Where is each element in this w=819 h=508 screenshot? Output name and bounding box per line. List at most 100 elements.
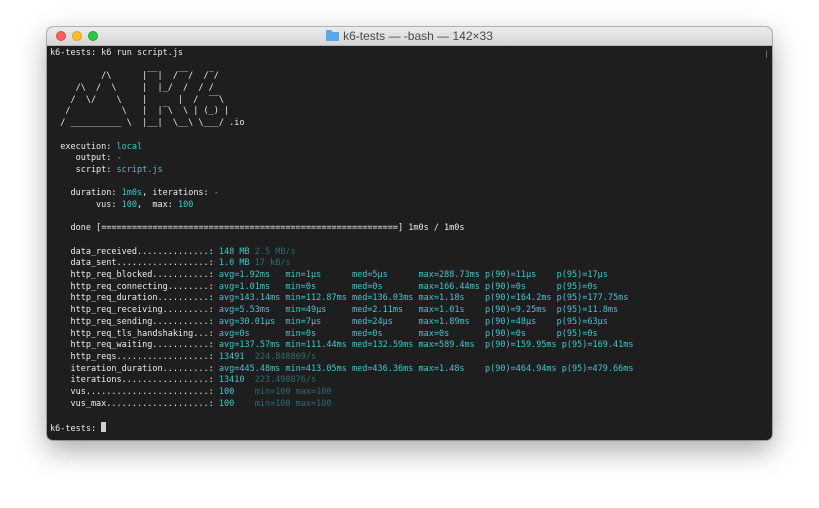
metric-name: http_req_tls_handshaking <box>50 328 194 339</box>
logo-line: /\ |‾‾| /‾‾/ /‾/ <box>50 71 219 82</box>
metric-row: http_req_receiving.........: avg=5.53ms … <box>50 305 766 317</box>
script-line: script: script.js <box>50 164 163 175</box>
metric-min: min=413.05ms <box>280 363 347 374</box>
metric-row: iteration_duration.........: avg=445.48m… <box>50 364 766 376</box>
metric-value: 1.0 MB <box>218 258 250 269</box>
logo-line: / \/ \ | | / ‾‾\ <box>50 94 224 105</box>
metric-max: max=166.44ms <box>413 281 480 292</box>
metric-dots: .........: <box>162 363 219 374</box>
metric-dots: .................: <box>121 375 219 386</box>
metric-name: vus <box>50 386 86 397</box>
metric-dots: ....................: <box>106 398 219 409</box>
output-line: output: - <box>50 153 122 164</box>
metric-name: http_req_connecting <box>50 281 168 292</box>
logo-line: / \ | |‾\ \ | (_) | <box>50 106 230 117</box>
metric-avg: avg=0s <box>218 328 281 339</box>
metric-min: min=1µs <box>280 270 347 281</box>
vus-line: vus: 100, max: 100 <box>50 199 194 210</box>
metric-min: min=49µs <box>280 305 347 316</box>
metric-value: 100 <box>218 398 235 409</box>
metric-min: min=111.44ms <box>280 340 347 351</box>
logo-line <box>50 60 766 72</box>
progress-bar: ========================================… <box>101 223 398 234</box>
metric-p95: p(95)=479.66ms <box>556 363 634 374</box>
metric-p95: p(95)=177.75ms <box>551 293 629 304</box>
metric-name: http_req_sending <box>50 316 153 327</box>
execution-value: local <box>116 141 143 152</box>
metric-min: min=112.87ms <box>280 293 347 304</box>
metric-name: http_req_duration <box>50 293 158 304</box>
metric-row: http_reqs..................: 13491 224.8… <box>50 352 766 364</box>
metric-p90: p(90)=11µs <box>479 270 552 281</box>
progress-line: done [==================================… <box>50 223 465 234</box>
metric-avg: avg=30.01µs <box>218 316 281 327</box>
metric-med: med=0s <box>346 328 414 339</box>
metric-med: med=436.36ms <box>346 363 414 374</box>
metric-avg: avg=143.14ms <box>218 293 281 304</box>
metric-max: max=1.89ms <box>413 316 480 327</box>
metric-p95: p(95)=63µs <box>551 316 608 327</box>
terminal-output[interactable]: | k6-tests: k6 run script.js /\ |‾‾| /‾‾… <box>50 48 769 440</box>
logo-io: .io <box>229 118 245 129</box>
metric-rate: 223.498876/s <box>244 375 317 386</box>
execution-line: execution: local <box>50 141 143 152</box>
text-cursor <box>101 422 107 432</box>
metric-value: 148 MB <box>218 246 250 257</box>
metric-p90: p(90)=0s <box>479 281 552 292</box>
metric-dots: ...: <box>193 328 219 339</box>
metric-med: med=2.11ms <box>346 305 414 316</box>
metric-row: http_req_sending...........: avg=30.01µs… <box>50 317 766 329</box>
metric-name: http_req_blocked <box>50 270 153 281</box>
metric-p95: p(95)=0s <box>551 281 598 292</box>
metric-name: http_req_receiving <box>50 305 163 316</box>
metric-dots: ..........: <box>157 293 219 304</box>
metric-name: http_req_waiting <box>50 340 153 351</box>
metric-min: min=7µs <box>280 316 347 327</box>
k6-logo: /\ |‾‾| /‾‾/ /‾/ /\ / \ | |_/ / / / / \/… <box>50 60 766 130</box>
metric-avg: avg=1.92ms <box>218 270 281 281</box>
metric-row: http_req_connecting........: avg=1.01ms … <box>50 282 766 294</box>
metric-max: max=1.01s <box>413 305 480 316</box>
window-title: k6-tests — -bash — 142×33 <box>47 27 772 45</box>
terminal-window: k6-tests — -bash — 142×33 | k6-tests: k6… <box>47 27 772 440</box>
metric-dots: ..................: <box>116 351 219 362</box>
metric-max: max=1.48s <box>413 363 480 374</box>
metric-p90: p(90)=48µs <box>479 316 552 327</box>
metric-med: med=24µs <box>346 316 414 327</box>
metric-med: med=5µs <box>346 270 414 281</box>
metric-rate: 2.5 MB/s <box>249 246 296 257</box>
metric-avg: avg=5.53ms <box>218 305 281 316</box>
metric-row: data_sent..................: 1.0 MB 17 k… <box>50 258 766 270</box>
metric-avg: avg=1.01ms <box>218 281 281 292</box>
metric-value: 100 <box>218 386 235 397</box>
metric-name: data_sent <box>50 258 117 269</box>
metric-avg: avg=137.57ms <box>218 340 281 351</box>
metric-p95: p(95)=17µs <box>551 270 608 281</box>
metric-p95: p(95)=11.8ms <box>551 305 619 316</box>
metric-p95: p(95)=0s <box>551 328 598 339</box>
metric-row: iterations.................: 13410 223.4… <box>50 375 766 387</box>
metric-name: iteration_duration <box>50 363 163 374</box>
metrics-list: data_received..............: 148 MB 2.5 … <box>50 247 766 411</box>
logo-line: /\ / \ | |_/ / / / <box>50 83 214 94</box>
metric-rate: 17 kB/s <box>249 258 291 269</box>
metric-p90: p(90)=164.2ms <box>479 293 552 304</box>
command-line: k6-tests: k6 run script.js <box>50 48 184 58</box>
metric-dots: .........: <box>162 305 219 316</box>
shell-prompt[interactable]: k6-tests: <box>50 422 766 434</box>
title-bar: k6-tests — -bash — 142×33 <box>47 27 772 46</box>
output-value: - <box>116 153 122 164</box>
metric-p90: p(90)=9.25ms <box>479 305 552 316</box>
metric-min: min=0s <box>280 328 347 339</box>
folder-icon <box>326 30 340 41</box>
window-title-text: k6-tests — -bash — 142×33 <box>343 29 493 43</box>
metric-rate: min=100 max=100 <box>234 386 332 397</box>
metric-max: max=0s <box>413 328 480 339</box>
scroll-marker: | <box>764 49 769 58</box>
metric-row: http_req_waiting...........: avg=137.57m… <box>50 340 766 352</box>
metric-p90: p(90)=0s <box>479 328 552 339</box>
metric-med: med=0s <box>346 281 414 292</box>
metric-row: http_req_tls_handshaking...: avg=0s min=… <box>50 329 766 341</box>
metric-name: iterations <box>50 375 122 386</box>
metric-med: med=132.59ms <box>346 340 414 351</box>
